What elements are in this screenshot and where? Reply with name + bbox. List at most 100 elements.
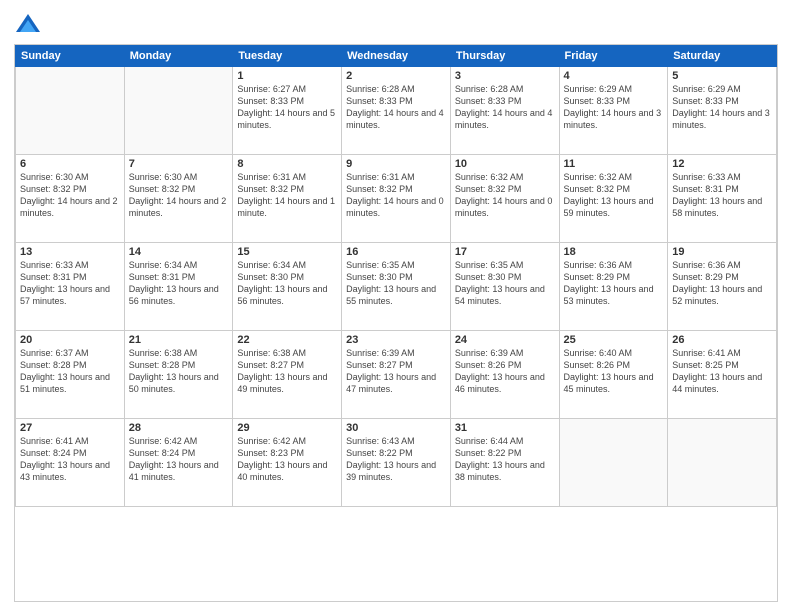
calendar-cell: 25Sunrise: 6:40 AM Sunset: 8:26 PM Dayli… <box>559 331 668 419</box>
calendar-cell: 18Sunrise: 6:36 AM Sunset: 8:29 PM Dayli… <box>559 243 668 331</box>
day-info: Sunrise: 6:38 AM Sunset: 8:28 PM Dayligh… <box>129 347 229 396</box>
calendar-cell: 1Sunrise: 6:27 AM Sunset: 8:33 PM Daylig… <box>233 67 342 155</box>
weekday-header: Thursday <box>450 46 559 67</box>
day-number: 9 <box>346 158 446 170</box>
day-number: 11 <box>564 158 664 170</box>
day-number: 14 <box>129 246 229 258</box>
calendar-cell: 8Sunrise: 6:31 AM Sunset: 8:32 PM Daylig… <box>233 155 342 243</box>
day-info: Sunrise: 6:35 AM Sunset: 8:30 PM Dayligh… <box>455 259 555 308</box>
calendar-week-row: 20Sunrise: 6:37 AM Sunset: 8:28 PM Dayli… <box>16 331 777 419</box>
calendar-cell: 12Sunrise: 6:33 AM Sunset: 8:31 PM Dayli… <box>668 155 777 243</box>
calendar-cell: 14Sunrise: 6:34 AM Sunset: 8:31 PM Dayli… <box>124 243 233 331</box>
day-info: Sunrise: 6:34 AM Sunset: 8:31 PM Dayligh… <box>129 259 229 308</box>
calendar-cell: 4Sunrise: 6:29 AM Sunset: 8:33 PM Daylig… <box>559 67 668 155</box>
calendar-cell: 21Sunrise: 6:38 AM Sunset: 8:28 PM Dayli… <box>124 331 233 419</box>
day-number: 22 <box>237 334 337 346</box>
day-number: 21 <box>129 334 229 346</box>
day-info: Sunrise: 6:30 AM Sunset: 8:32 PM Dayligh… <box>129 171 229 220</box>
day-number: 30 <box>346 422 446 434</box>
day-number: 13 <box>20 246 120 258</box>
weekday-header: Monday <box>124 46 233 67</box>
calendar-cell: 29Sunrise: 6:42 AM Sunset: 8:23 PM Dayli… <box>233 419 342 507</box>
day-info: Sunrise: 6:27 AM Sunset: 8:33 PM Dayligh… <box>237 83 337 132</box>
calendar-cell: 11Sunrise: 6:32 AM Sunset: 8:32 PM Dayli… <box>559 155 668 243</box>
calendar-cell: 7Sunrise: 6:30 AM Sunset: 8:32 PM Daylig… <box>124 155 233 243</box>
day-info: Sunrise: 6:36 AM Sunset: 8:29 PM Dayligh… <box>564 259 664 308</box>
day-info: Sunrise: 6:37 AM Sunset: 8:28 PM Dayligh… <box>20 347 120 396</box>
calendar-week-row: 1Sunrise: 6:27 AM Sunset: 8:33 PM Daylig… <box>16 67 777 155</box>
day-info: Sunrise: 6:28 AM Sunset: 8:33 PM Dayligh… <box>346 83 446 132</box>
header <box>14 10 778 38</box>
day-number: 20 <box>20 334 120 346</box>
day-info: Sunrise: 6:39 AM Sunset: 8:26 PM Dayligh… <box>455 347 555 396</box>
day-info: Sunrise: 6:31 AM Sunset: 8:32 PM Dayligh… <box>346 171 446 220</box>
day-number: 2 <box>346 70 446 82</box>
day-number: 28 <box>129 422 229 434</box>
calendar-cell: 5Sunrise: 6:29 AM Sunset: 8:33 PM Daylig… <box>668 67 777 155</box>
calendar-cell: 15Sunrise: 6:34 AM Sunset: 8:30 PM Dayli… <box>233 243 342 331</box>
day-info: Sunrise: 6:29 AM Sunset: 8:33 PM Dayligh… <box>672 83 772 132</box>
day-info: Sunrise: 6:35 AM Sunset: 8:30 PM Dayligh… <box>346 259 446 308</box>
day-info: Sunrise: 6:33 AM Sunset: 8:31 PM Dayligh… <box>672 171 772 220</box>
calendar-cell: 2Sunrise: 6:28 AM Sunset: 8:33 PM Daylig… <box>342 67 451 155</box>
day-number: 10 <box>455 158 555 170</box>
day-number: 27 <box>20 422 120 434</box>
calendar-cell: 26Sunrise: 6:41 AM Sunset: 8:25 PM Dayli… <box>668 331 777 419</box>
calendar-cell: 24Sunrise: 6:39 AM Sunset: 8:26 PM Dayli… <box>450 331 559 419</box>
day-info: Sunrise: 6:38 AM Sunset: 8:27 PM Dayligh… <box>237 347 337 396</box>
calendar-cell: 13Sunrise: 6:33 AM Sunset: 8:31 PM Dayli… <box>16 243 125 331</box>
day-number: 5 <box>672 70 772 82</box>
weekday-header: Saturday <box>668 46 777 67</box>
day-number: 16 <box>346 246 446 258</box>
calendar-week-row: 6 Sunrise: 6:30 AM Sunset: 8:32 PM Daylig… <box>16 155 777 243</box>
calendar-cell: 17Sunrise: 6:35 AM Sunset: 8:30 PM Dayli… <box>450 243 559 331</box>
day-number: 19 <box>672 246 772 258</box>
day-number: 17 <box>455 246 555 258</box>
calendar-cell: 3Sunrise: 6:28 AM Sunset: 8:33 PM Daylig… <box>450 67 559 155</box>
day-number: 15 <box>237 246 337 258</box>
calendar-cell: 10Sunrise: 6:32 AM Sunset: 8:32 PM Dayli… <box>450 155 559 243</box>
calendar-header: SundayMondayTuesdayWednesdayThursdayFrid… <box>16 46 777 67</box>
logo-icon <box>14 10 42 38</box>
day-info: Sunrise: 6:39 AM Sunset: 8:27 PM Dayligh… <box>346 347 446 396</box>
calendar-cell: 31Sunrise: 6:44 AM Sunset: 8:22 PM Dayli… <box>450 419 559 507</box>
calendar-table: SundayMondayTuesdayWednesdayThursdayFrid… <box>15 45 777 507</box>
day-info: Sunrise: 6:41 AM Sunset: 8:24 PM Dayligh… <box>20 435 120 484</box>
day-info: Sunrise: 6:42 AM Sunset: 8:24 PM Dayligh… <box>129 435 229 484</box>
day-number: 12 <box>672 158 772 170</box>
calendar-cell: 27Sunrise: 6:41 AM Sunset: 8:24 PM Dayli… <box>16 419 125 507</box>
day-number: 26 <box>672 334 772 346</box>
calendar-cell <box>559 419 668 507</box>
day-info: Sunrise: 6:44 AM Sunset: 8:22 PM Dayligh… <box>455 435 555 484</box>
day-number: 24 <box>455 334 555 346</box>
day-info: Sunrise: 6:42 AM Sunset: 8:23 PM Dayligh… <box>237 435 337 484</box>
day-number: 18 <box>564 246 664 258</box>
weekday-header: Wednesday <box>342 46 451 67</box>
day-info: Sunrise: 6:29 AM Sunset: 8:33 PM Dayligh… <box>564 83 664 132</box>
day-info: Sunrise: 6:41 AM Sunset: 8:25 PM Dayligh… <box>672 347 772 396</box>
day-info: Sunrise: 6:40 AM Sunset: 8:26 PM Dayligh… <box>564 347 664 396</box>
day-info: Sunrise: 6:43 AM Sunset: 8:22 PM Dayligh… <box>346 435 446 484</box>
day-number: 3 <box>455 70 555 82</box>
calendar-cell: 16Sunrise: 6:35 AM Sunset: 8:30 PM Dayli… <box>342 243 451 331</box>
day-number: 25 <box>564 334 664 346</box>
weekday-header: Tuesday <box>233 46 342 67</box>
weekday-header: Friday <box>559 46 668 67</box>
logo <box>14 10 46 38</box>
day-number: 31 <box>455 422 555 434</box>
calendar: SundayMondayTuesdayWednesdayThursdayFrid… <box>14 44 778 602</box>
calendar-cell: 22Sunrise: 6:38 AM Sunset: 8:27 PM Dayli… <box>233 331 342 419</box>
day-number: 23 <box>346 334 446 346</box>
calendar-cell: 19Sunrise: 6:36 AM Sunset: 8:29 PM Dayli… <box>668 243 777 331</box>
day-number: 4 <box>564 70 664 82</box>
header-row: SundayMondayTuesdayWednesdayThursdayFrid… <box>16 46 777 67</box>
day-number: 1 <box>237 70 337 82</box>
day-number: 8 <box>237 158 337 170</box>
day-number: 6 <box>20 158 120 170</box>
day-info: Sunrise: 6:36 AM Sunset: 8:29 PM Dayligh… <box>672 259 772 308</box>
calendar-cell: 6Sunrise: 6:30 AM Sunset: 8:32 PM Daylig… <box>16 155 125 243</box>
day-info: Sunrise: 6:28 AM Sunset: 8:33 PM Dayligh… <box>455 83 555 132</box>
weekday-header: Sunday <box>16 46 125 67</box>
calendar-cell <box>668 419 777 507</box>
day-info: Sunrise: 6:32 AM Sunset: 8:32 PM Dayligh… <box>455 171 555 220</box>
